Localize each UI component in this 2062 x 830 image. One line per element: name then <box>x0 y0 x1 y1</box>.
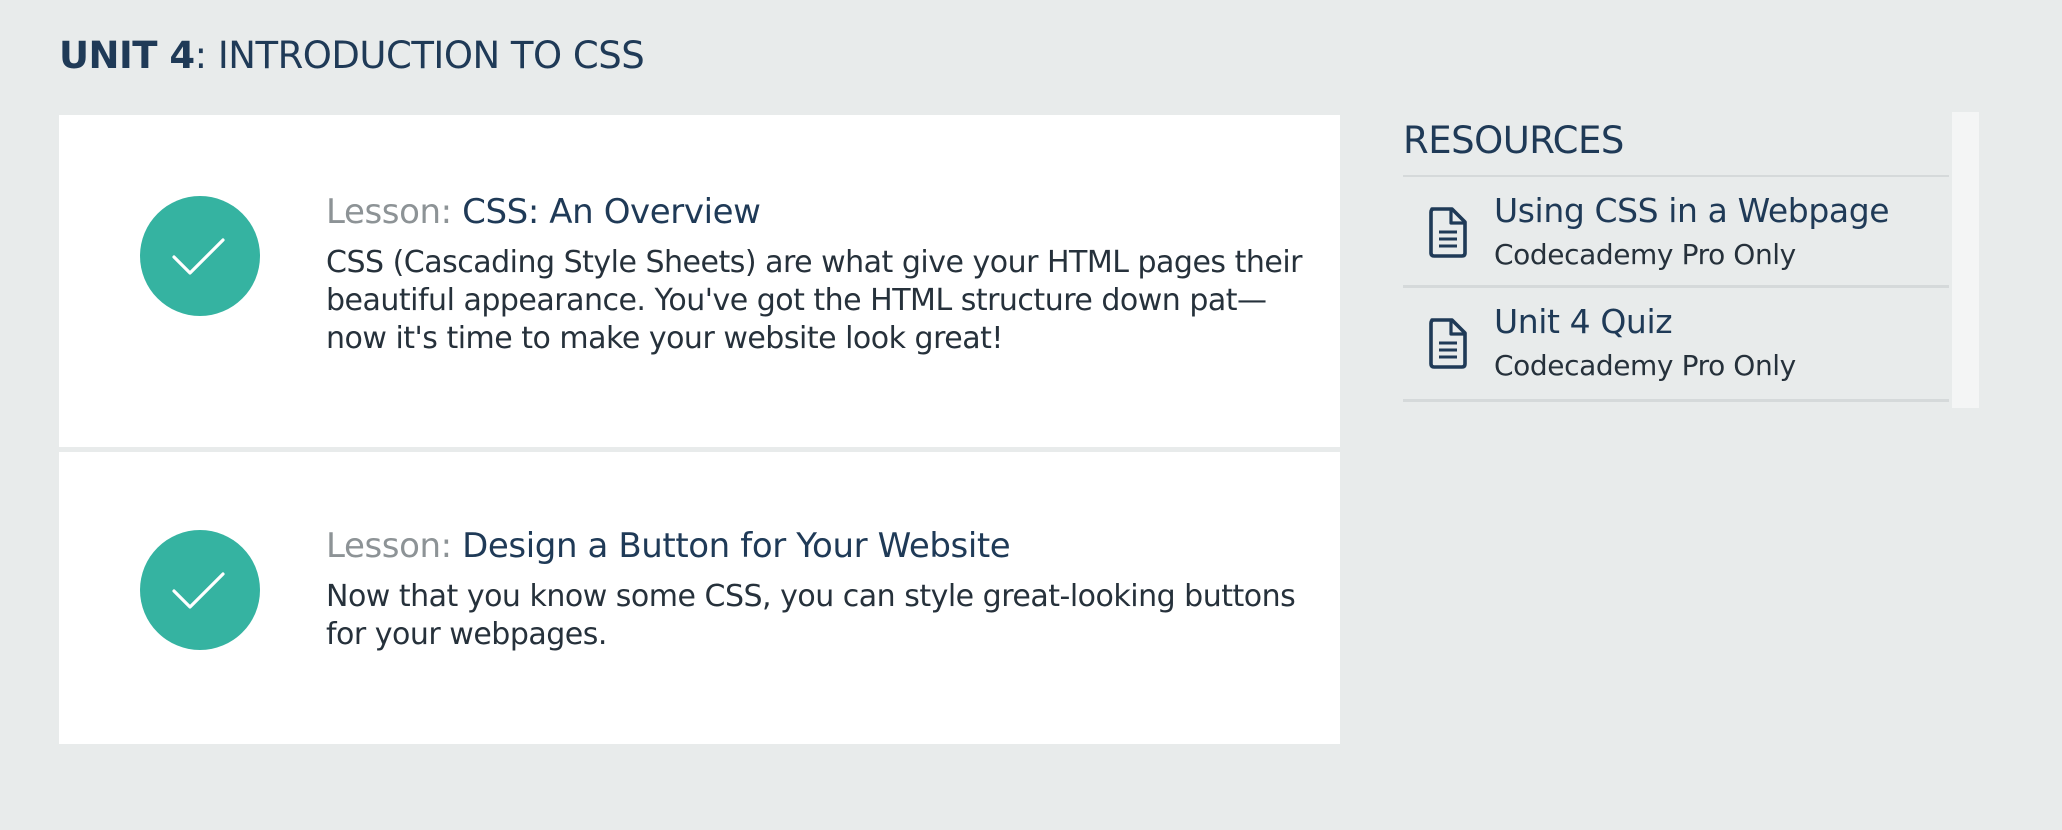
resource-title-link[interactable]: Unit 4 Quiz <box>1494 300 1673 344</box>
lesson-heading: Lesson: Design a Button for Your Website <box>326 522 1306 570</box>
resources-scrollbar[interactable] <box>1952 112 1979 408</box>
resource-list: Using CSS in a Webpage Codecademy Pro On… <box>1403 175 1949 402</box>
resource-access-label: Codecademy Pro Only <box>1494 349 1796 382</box>
lesson-text: Lesson: Design a Button for Your Website… <box>326 522 1306 654</box>
lesson-description-line: CSS (Cascading Style Sheets) are what gi… <box>326 245 1303 280</box>
lesson-card[interactable]: Lesson: CSS: An Overview CSS (Cascading … <box>59 115 1340 447</box>
unit-title: UNIT 4: INTRODUCTION TO CSS <box>59 30 645 82</box>
unit-title-separator: : <box>194 34 218 77</box>
lesson-complete-badge <box>140 530 260 650</box>
check-icon <box>172 238 225 275</box>
lesson-heading: Lesson: CSS: An Overview <box>326 188 1306 236</box>
document-icon <box>1429 207 1467 258</box>
resources-heading: RESOURCES <box>1403 119 1624 162</box>
lesson-card[interactable]: Lesson: Design a Button for Your Website… <box>59 452 1340 744</box>
lesson-prefix: Lesson: <box>326 192 463 232</box>
resource-access-label: Codecademy Pro Only <box>1494 238 1796 271</box>
lesson-prefix: Lesson: <box>326 526 463 566</box>
lesson-description-line: beautiful appearance. You've got the HTM… <box>326 283 1267 318</box>
resource-item[interactable]: Using CSS in a Webpage Codecademy Pro On… <box>1403 177 1949 288</box>
resource-item[interactable]: Unit 4 Quiz Codecademy Pro Only <box>1403 288 1949 402</box>
check-icon <box>172 572 225 609</box>
unit-number: UNIT 4 <box>59 34 195 77</box>
document-icon <box>1429 318 1467 369</box>
unit-name: INTRODUCTION TO CSS <box>217 34 645 77</box>
lesson-description-line: for your webpages. <box>326 617 607 652</box>
lesson-list: Lesson: CSS: An Overview CSS (Cascading … <box>59 115 1340 744</box>
lesson-description-line: Now that you know some CSS, you can styl… <box>326 579 1296 614</box>
lesson-description: Now that you know some CSS, you can styl… <box>326 578 1306 654</box>
lesson-title-link[interactable]: CSS: An Overview <box>462 192 761 232</box>
lesson-description: CSS (Cascading Style Sheets) are what gi… <box>326 244 1306 358</box>
lesson-text: Lesson: CSS: An Overview CSS (Cascading … <box>326 188 1306 358</box>
lesson-description-line: now it's time to make your website look … <box>326 321 1003 356</box>
lesson-title-link[interactable]: Design a Button for Your Website <box>462 526 1011 566</box>
resources-panel: RESOURCES Using CSS in a Webpage Codecad… <box>1403 112 1949 402</box>
lesson-complete-badge <box>140 196 260 316</box>
resource-title-link[interactable]: Using CSS in a Webpage <box>1494 189 1890 233</box>
